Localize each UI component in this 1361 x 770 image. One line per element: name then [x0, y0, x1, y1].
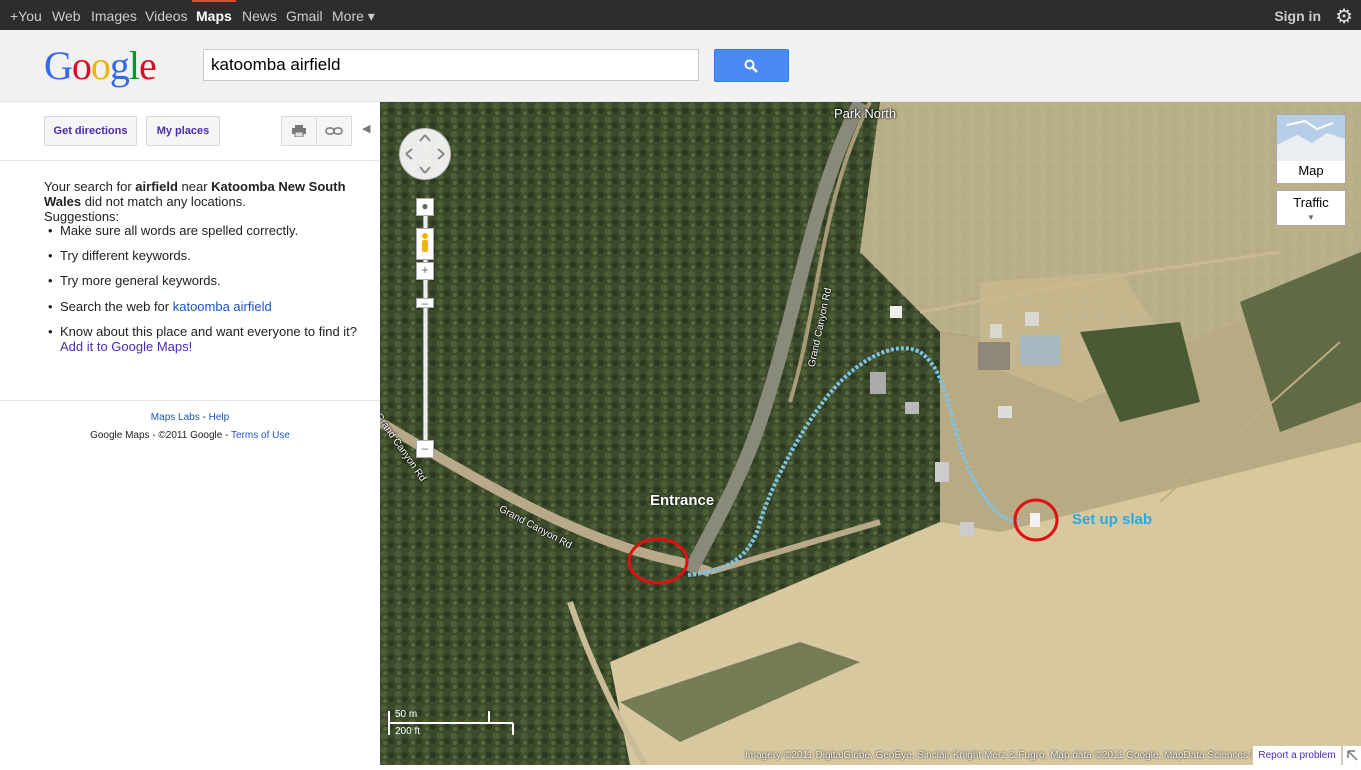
nav-link-images[interactable]: Images: [91, 8, 137, 24]
zoom-in-button[interactable]: +: [416, 262, 434, 280]
satellite-map[interactable]: Park North Grand Canyon Rd Grand Canyon …: [380, 102, 1361, 765]
nav-link-more[interactable]: More ▾: [332, 8, 375, 25]
link-button[interactable]: [316, 116, 352, 146]
print-icon: [292, 125, 306, 137]
collapse-arrow-icon[interactable]: ◀: [362, 122, 370, 135]
nav-link-maps[interactable]: Maps: [196, 8, 232, 24]
sign-in-link[interactable]: Sign in: [1274, 8, 1321, 24]
footer-links: Maps Labs - Help: [150, 412, 230, 423]
scale-meters: 50 m: [395, 709, 418, 720]
get-directions-button[interactable]: Get directions: [44, 116, 137, 146]
nav-link-news[interactable]: News: [242, 8, 277, 24]
nav-link-plus-you[interactable]: +You: [10, 8, 42, 24]
maps-labs-link[interactable]: Maps Labs: [151, 412, 200, 423]
google-logo[interactable]: Google: [44, 42, 157, 89]
divider: [0, 160, 380, 161]
terms-link[interactable]: Terms of Use: [231, 430, 290, 441]
pan-control[interactable]: [399, 128, 451, 180]
search-button[interactable]: [714, 49, 789, 82]
zoom-reset-button[interactable]: ●: [416, 198, 434, 216]
map-type-button[interactable]: Map: [1276, 114, 1346, 184]
left-panel: Get directions My places ◀ Your search f…: [0, 102, 381, 765]
footer-copyright: Google Maps - ©2011 Google - Terms of Us…: [90, 430, 290, 441]
map-label-park-north: Park North: [834, 106, 897, 121]
resize-corner-icon[interactable]: [1342, 746, 1361, 765]
satellite-imagery: [380, 102, 1361, 765]
nav-link-web[interactable]: Web: [52, 8, 81, 24]
imagery-credit: Imagery ©2011 DigitalGlobe, GeoEye, Sinc…: [745, 750, 1316, 761]
chevron-down-icon: ▼: [1307, 213, 1315, 222]
no-results-message: Your search for airfield near Katoomba N…: [44, 179, 346, 224]
active-tab-indicator: [192, 0, 236, 2]
print-button[interactable]: [281, 116, 317, 146]
pegman-icon[interactable]: [416, 228, 434, 260]
search-header: Google: [0, 30, 1361, 102]
annotation-entrance: Entrance: [650, 492, 715, 509]
search-input[interactable]: [203, 49, 699, 81]
search-icon: [744, 59, 758, 73]
divider: [0, 400, 380, 401]
report-problem-link[interactable]: Report a problem: [1253, 746, 1341, 765]
gear-icon[interactable]: ⚙: [1335, 4, 1353, 29]
search-web-link[interactable]: katoomba airfield: [173, 299, 272, 314]
scale-feet: 200 ft: [395, 726, 421, 737]
nav-link-gmail[interactable]: Gmail: [286, 8, 323, 24]
top-nav-bar: +You Web Images Videos Maps News Gmail M…: [0, 0, 1361, 30]
my-places-button[interactable]: My places: [146, 116, 220, 146]
suggestions-label: Suggestions:: [44, 209, 120, 224]
link-icon: [325, 127, 343, 135]
annotation-set-up-slab: Set up slab: [1072, 511, 1153, 528]
add-to-maps-link[interactable]: Add it to Google Maps!: [60, 339, 192, 354]
zoom-out-button[interactable]: –: [416, 440, 434, 458]
help-link[interactable]: Help: [209, 412, 230, 423]
scale-bar: 50 m 200 ft: [387, 707, 515, 739]
map-type-label: Map: [1298, 163, 1324, 178]
traffic-label: Traffic: [1293, 195, 1329, 210]
traffic-button[interactable]: Traffic ▼: [1276, 190, 1346, 226]
zoom-slider-handle[interactable]: –: [416, 297, 434, 309]
nav-link-videos[interactable]: Videos: [145, 8, 188, 24]
